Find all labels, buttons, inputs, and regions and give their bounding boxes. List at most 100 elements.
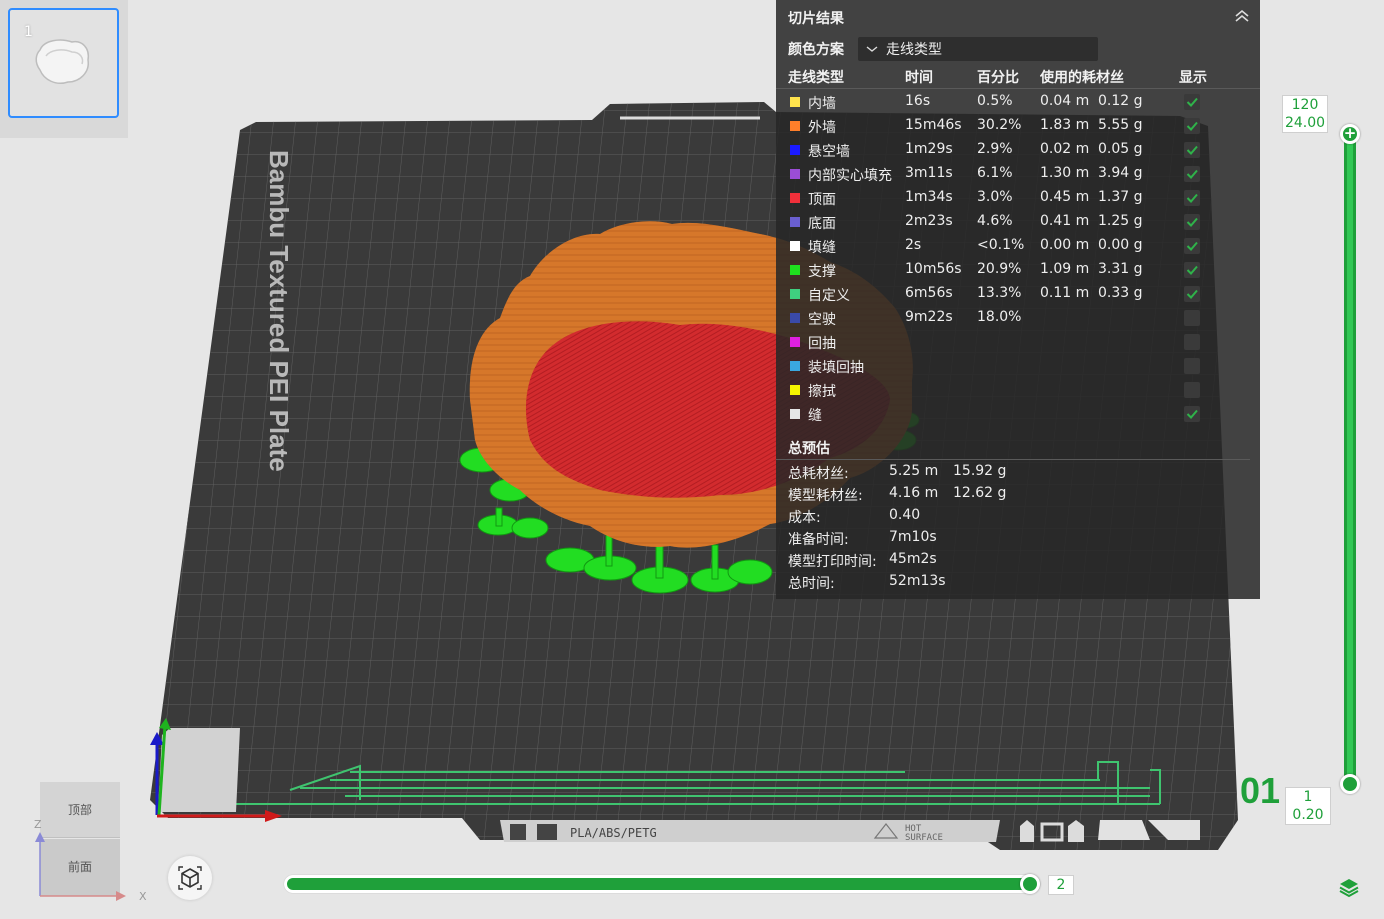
feature-name: 外墙 [808,120,836,136]
feature-type-table: 内墙 16s 0.5% 0.04 m 0.12 g 外墙 15m46s 30.2% 1.83 m… [776,90,1260,426]
feature-weight: 5.55 g [1098,117,1143,133]
show-checkbox[interactable] [1184,238,1200,254]
color-swatch [790,217,800,227]
slice-results-panel: 切片结果 颜色方案 走线类型 走线类型 时间 百分比 使用的耗材丝 显示 内墙 1… [776,0,1260,599]
bottom-layer-height: 0.20 [1292,807,1324,823]
summary-value: 52m13s [889,573,946,589]
feature-time: 9m22s [905,309,953,325]
feature-percent: <0.1% [977,237,1025,253]
layers-icon [1339,879,1359,898]
plate-number: 1 [24,24,33,40]
top-layer-number: 120 [1291,97,1319,113]
feature-time: 2s [905,237,922,253]
summary-row: 模型打印时间: 45m2s [776,550,1260,572]
axis-x-label: X [139,890,147,903]
color-swatch [790,313,800,323]
summary-value: 5.25 m [889,463,939,479]
summary-label: 总耗材丝: [788,466,849,482]
layers-toggle-button[interactable] [1338,876,1360,898]
plate-thumbnail[interactable]: 1 [8,8,119,118]
feature-row: 空驶 9m22s 18.0% [776,306,1260,330]
show-checkbox[interactable] [1184,190,1200,206]
show-checkbox[interactable] [1184,142,1200,158]
feature-row: 装填回抽 [776,354,1260,378]
checkmark-icon [1186,265,1198,275]
show-checkbox[interactable] [1184,310,1200,326]
summary-table: 总耗材丝: 5.25 m 15.92 g 模型耗材丝: 4.16 m 12.62 g 成本:… [776,462,1260,594]
feature-time: 2m23s [905,213,953,229]
feature-percent: 4.6% [977,213,1013,229]
column-header-filament: 使用的耗材丝 [1040,70,1124,86]
collapse-panel-button[interactable] [1232,6,1252,26]
summary-label: 模型耗材丝: [788,488,863,504]
summary-value: 0.40 [889,507,921,523]
feature-length: 1.83 m [1040,117,1090,133]
feature-row: 缝 [776,402,1260,426]
feature-row: 底面 2m23s 4.6% 0.41 m 1.25 g [776,210,1260,234]
feature-row: 填缝 2s <0.1% 0.00 m 0.00 g [776,234,1260,258]
move-slider-track[interactable] [284,875,1040,893]
column-header-show: 显示 [1179,70,1207,86]
feature-time: 1m34s [905,189,953,205]
checkmark-icon [1186,409,1198,419]
summary-value: 4.16 m [889,485,939,501]
show-checkbox[interactable] [1184,118,1200,134]
column-header-time: 时间 [905,70,933,86]
filament-tag: PLA/ABS/PETG [570,826,657,840]
color-swatch [790,385,800,395]
feature-percent: 0.5% [977,93,1013,109]
show-checkbox[interactable] [1184,214,1200,230]
feature-weight: 1.25 g [1098,213,1143,229]
plate-list: 1 [0,0,128,138]
column-header-percent: 百分比 [977,70,1019,86]
summary-divider [776,459,1250,460]
checkmark-icon [1186,97,1198,107]
header-divider [776,88,1260,89]
feature-row: 内部实心填充 3m11s 6.1% 1.30 m 3.94 g [776,162,1260,186]
summary-row: 总时间: 52m13s [776,572,1260,594]
panel-title: 切片结果 [788,11,844,27]
layer-slider-top-label: 120 24.00 [1282,95,1328,133]
checkmark-icon [1186,145,1198,155]
summary-weight: 12.62 g [953,485,1007,501]
checkmark-icon [1186,121,1198,131]
feature-name: 装填回抽 [808,360,864,376]
show-checkbox[interactable] [1184,358,1200,374]
feature-percent: 18.0% [977,309,1022,325]
layer-slider-range [1347,137,1353,781]
feature-length: 0.00 m [1040,237,1090,253]
show-checkbox[interactable] [1184,286,1200,302]
show-checkbox[interactable] [1184,334,1200,350]
layer-slider-bottom-label: 1 0.20 [1285,787,1331,825]
show-checkbox[interactable] [1184,94,1200,110]
feature-name: 顶面 [808,192,836,208]
feature-percent: 6.1% [977,165,1013,181]
feature-weight: 0.00 g [1098,237,1143,253]
show-checkbox[interactable] [1184,166,1200,182]
double-chevron-up-icon [1235,9,1249,22]
layer-slider-track[interactable] [1344,133,1356,785]
summary-value: 7m10s [889,529,937,545]
feature-time: 1m29s [905,141,953,157]
color-swatch [790,241,800,251]
show-checkbox[interactable] [1184,262,1200,278]
checkmark-icon [1186,289,1198,299]
reset-view-button[interactable] [168,856,212,900]
layer-slider-upper-thumb[interactable]: + [1340,124,1360,144]
show-checkbox[interactable] [1184,406,1200,422]
feature-name: 自定义 [808,288,850,304]
show-checkbox[interactable] [1184,382,1200,398]
layer-slider-lower-thumb[interactable] [1340,774,1360,794]
move-slider-thumb[interactable] [1020,874,1040,894]
chevron-down-icon [866,46,878,52]
bottom-layer-number: 1 [1303,789,1313,805]
color-swatch [790,337,800,347]
feature-name: 空驶 [808,312,836,328]
summary-row: 准备时间: 7m10s [776,528,1260,550]
checkmark-icon [1186,241,1198,251]
summary-label: 成本: [788,510,821,526]
summary-label: 模型打印时间: [788,554,877,570]
color-swatch [790,145,800,155]
color-scheme-dropdown[interactable]: 走线类型 [858,37,1098,61]
feature-weight: 1.37 g [1098,189,1143,205]
